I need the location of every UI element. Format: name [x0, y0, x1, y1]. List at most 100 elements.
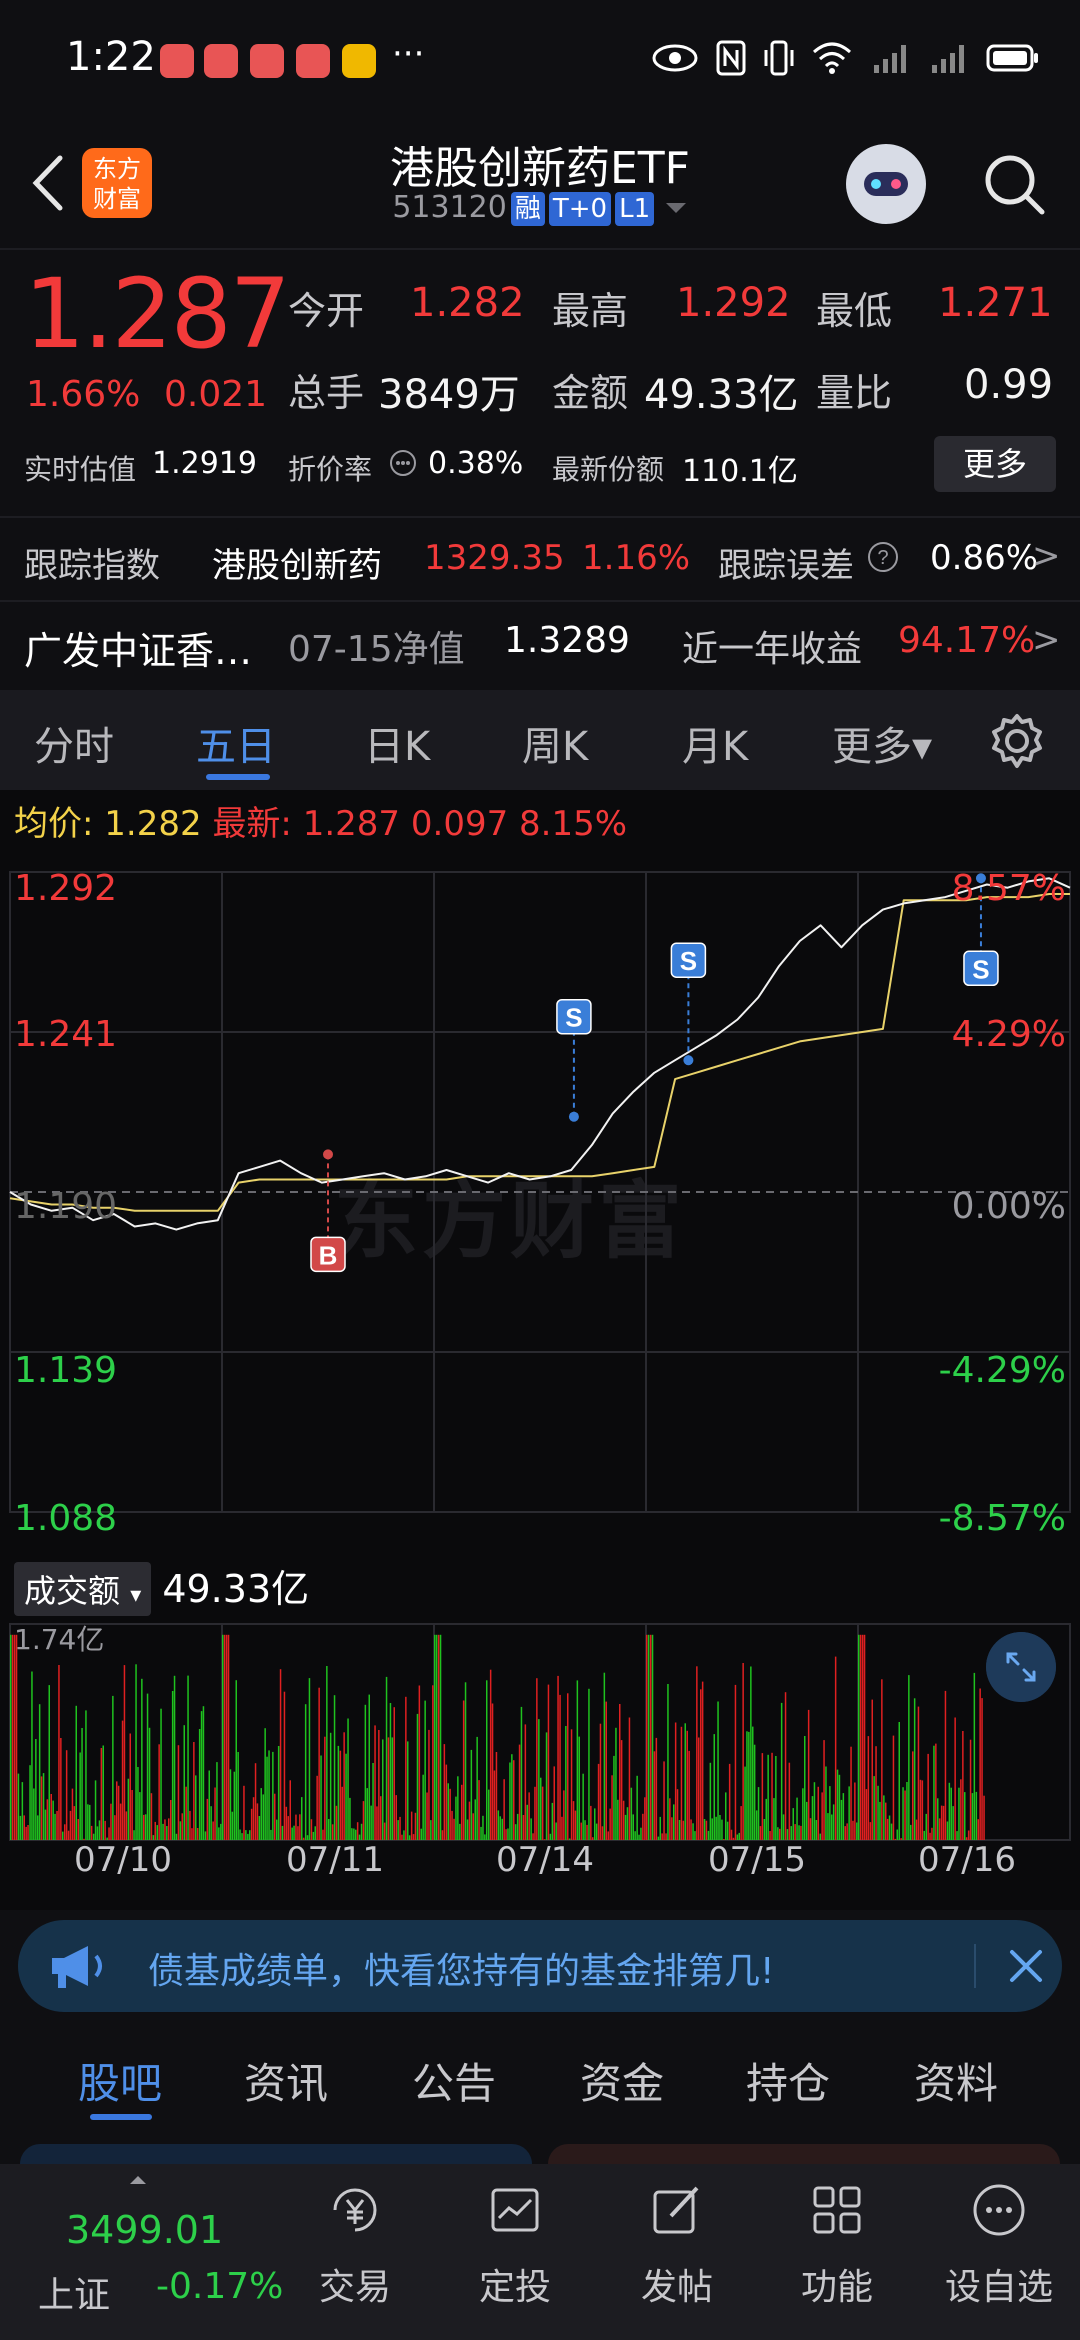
tab-five-day[interactable]: 五日 — [196, 714, 276, 772]
volume-bar — [160, 1708, 162, 1840]
volume-bar — [233, 1771, 236, 1840]
volume-bar — [696, 1666, 698, 1840]
volume-bar — [262, 1794, 264, 1840]
tab-announcements[interactable]: 公告 — [412, 2050, 496, 2111]
volume-bar — [17, 1773, 20, 1840]
nav-add-watchlist[interactable]: 设自选 — [934, 2180, 1064, 2310]
volume-bar — [840, 1799, 843, 1840]
volume-bar — [806, 1801, 808, 1840]
tab-monthly-k[interactable]: 月K — [682, 714, 748, 772]
volume-bar — [580, 1822, 582, 1840]
volume-bar — [798, 1825, 800, 1840]
nav-post[interactable]: 发帖 — [612, 2180, 742, 2310]
volume-bar — [341, 1786, 343, 1840]
volume-bar — [389, 1703, 392, 1840]
volume-bar — [96, 1826, 99, 1840]
help-icon[interactable]: ? — [866, 540, 900, 574]
volume-bar — [678, 1820, 681, 1840]
nav-trade[interactable]: 交易 — [290, 2180, 420, 2310]
volume-bar — [208, 1770, 210, 1840]
volume-bar — [372, 1763, 374, 1840]
volume-bar — [777, 1827, 779, 1840]
status-more-icon: ··· — [392, 34, 425, 74]
tab-profile[interactable]: 资料 — [914, 2050, 998, 2111]
volume-bar — [923, 1830, 925, 1840]
volume-bar — [906, 1782, 908, 1840]
volume-bar — [453, 1818, 455, 1840]
volume-bar — [23, 1815, 25, 1840]
tab-more[interactable]: 更多▾ — [832, 714, 932, 772]
expand-chart-icon[interactable] — [986, 1632, 1056, 1702]
nav-functions[interactable]: 功能 — [772, 2180, 902, 2310]
tab-daily-k[interactable]: 日K — [364, 714, 430, 772]
volume-bar — [753, 1744, 756, 1840]
tab-intraday[interactable]: 分时 — [34, 714, 114, 772]
volume-bar — [393, 1707, 395, 1840]
assistant-robot-icon[interactable] — [846, 144, 926, 224]
volume-bar — [869, 1822, 872, 1840]
volume-bar — [655, 1737, 658, 1840]
volume-bar — [268, 1750, 270, 1840]
volume-bar — [933, 1745, 935, 1840]
tab-news[interactable]: 资讯 — [244, 2050, 328, 2111]
grid-icon — [813, 2186, 861, 2234]
tab-weekly-k[interactable]: 周K — [522, 714, 588, 772]
promo-banner[interactable]: 债基成绩单，快看您持有的基金排第几! — [18, 1920, 1062, 2012]
tab-holdings[interactable]: 持仓 — [746, 2050, 830, 2111]
volume-bar — [973, 1672, 976, 1840]
price-chart[interactable]: B S S S — [0, 852, 1080, 1542]
volume-bar — [638, 1834, 640, 1840]
volume-indicator-select[interactable]: 成交额 ▾ — [14, 1562, 152, 1616]
volume-chart[interactable] — [0, 1614, 1080, 1850]
volume-bar — [671, 1817, 673, 1840]
index-percent[interactable]: -0.17% — [156, 2266, 283, 2307]
volume-bar — [196, 1828, 199, 1840]
volume-bar — [324, 1736, 326, 1840]
volume-bar — [584, 1820, 586, 1840]
volume-bar — [407, 1741, 409, 1840]
volume-bar — [206, 1798, 209, 1840]
volume-bar — [451, 1810, 453, 1840]
volume-bar — [634, 1831, 636, 1840]
volume-bar — [343, 1732, 345, 1840]
chart-area[interactable]: 均价: 1.282 最新: 1.287 0.097 8.15% 东方财富 BSS… — [0, 790, 1080, 1910]
volume-bar — [351, 1828, 353, 1840]
volume-ratio-value: 0.99 — [964, 362, 1054, 408]
quote-panel: 1.287 1.66% 0.021 今开 1.282 最高 1.292 最低 1… — [0, 250, 1080, 500]
fund-row[interactable]: 广发中证香… 07-15净值 1.3289 近一年收益 94.17% > — [0, 600, 1080, 684]
volume-bar — [518, 1744, 521, 1840]
y-tick-left: 1.241 — [14, 1014, 118, 1055]
volume-bar — [873, 1776, 875, 1840]
more-button[interactable]: 更多 — [934, 436, 1056, 492]
index-name[interactable]: 上证 — [38, 2266, 110, 2318]
tracking-index-row[interactable]: 跟踪指数 港股创新药 1329.35 1.16% 跟踪误差 ? 0.86% > — [0, 516, 1080, 600]
volume-bar — [825, 1766, 827, 1840]
volume-bar — [540, 1777, 542, 1840]
volume-bar — [771, 1752, 773, 1840]
volume-bar — [688, 1750, 690, 1840]
volume-bar — [329, 1732, 332, 1840]
search-icon[interactable] — [980, 150, 1048, 218]
close-icon[interactable] — [1000, 1940, 1052, 1992]
volume-bar — [804, 1736, 806, 1840]
volume-bar — [570, 1729, 573, 1840]
tab-forum[interactable]: 股吧 — [78, 2050, 162, 2111]
tab-fund-flow[interactable]: 资金 — [580, 2050, 664, 2111]
volume-bar — [738, 1832, 740, 1840]
volume-bar — [468, 1801, 471, 1840]
chevron-up-icon[interactable] — [128, 2174, 148, 2186]
settings-gear-icon[interactable] — [988, 712, 1046, 770]
info-circle-icon[interactable] — [388, 448, 418, 478]
volume-bar — [210, 1806, 212, 1840]
tracking-index-value: 1329.35 — [424, 538, 565, 578]
iopv-label: 实时估值 — [24, 453, 137, 486]
volume-bar — [304, 1704, 307, 1840]
nav-auto-invest[interactable]: 定投 — [450, 2180, 580, 2310]
volume-bar — [472, 1813, 474, 1840]
volume-bar — [177, 1745, 180, 1840]
battery-icon — [986, 44, 1038, 72]
volume-bar — [599, 1723, 602, 1840]
index-value[interactable]: 3499.01 — [66, 2208, 223, 2252]
chevron-down-icon — [665, 203, 686, 213]
volume-bar — [256, 1803, 259, 1840]
